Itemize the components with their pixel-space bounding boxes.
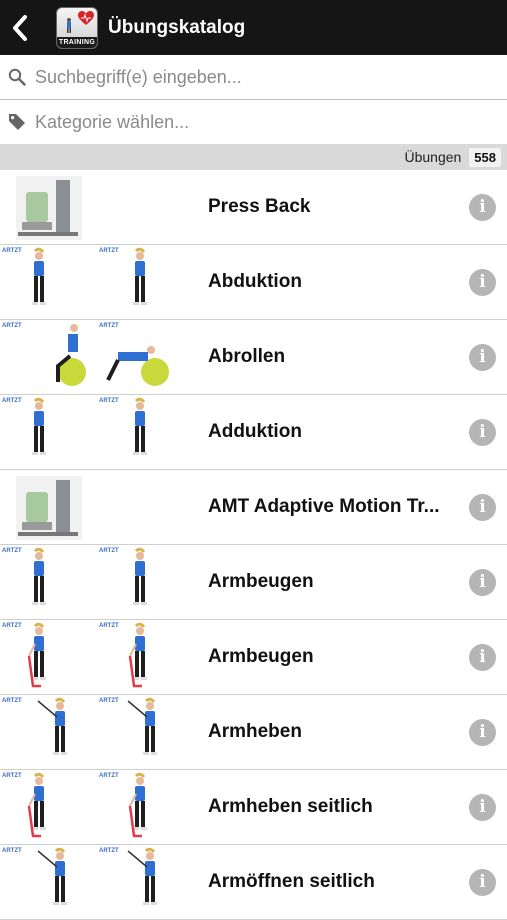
exercise-row[interactable]: AMT Adaptive Motion Tr... i (0, 470, 507, 545)
figure-icon (67, 17, 71, 33)
svg-text:ARTZT: ARTZT (2, 323, 22, 329)
exercise-row[interactable]: ARTZT ARTZT Armbeugen i (0, 620, 507, 695)
exercise-row[interactable]: ARTZT ARTZT Armheben i (0, 695, 507, 770)
exercise-thumbnail: ARTZT ARTZT (2, 323, 169, 386)
count-label: Übungen (404, 149, 462, 165)
search-icon (8, 68, 26, 86)
exercise-thumbnail: ARTZT ARTZT (2, 697, 157, 755)
svg-text:ARTZT: ARTZT (99, 398, 119, 404)
info-icon[interactable]: i (469, 344, 496, 371)
exercise-name: Armbeugen (208, 646, 314, 667)
app-icon: TRAINING (56, 6, 98, 49)
info-icon[interactable]: i (469, 869, 496, 896)
svg-text:ARTZT: ARTZT (99, 773, 119, 779)
info-icon[interactable]: i (469, 644, 496, 671)
back-button[interactable] (0, 0, 40, 55)
exercise-name: Abrollen (208, 346, 286, 367)
svg-text:ARTZT: ARTZT (99, 548, 119, 554)
svg-text:ARTZT: ARTZT (99, 698, 119, 704)
exercise-thumbnail: ARTZT ARTZT (2, 772, 147, 838)
exercise-thumbnail: ARTZT ARTZT (2, 247, 147, 305)
exercise-name: Abduktion (208, 271, 302, 292)
svg-text:ARTZT: ARTZT (2, 398, 22, 404)
svg-text:ARTZT: ARTZT (99, 848, 119, 854)
info-icon[interactable]: i (469, 794, 496, 821)
exercise-name: Armheben seitlich (208, 796, 373, 817)
exercise-row[interactable]: ARTZT ARTZT Abduktion i (0, 245, 507, 320)
category-bar (0, 100, 507, 144)
svg-text:ARTZT: ARTZT (2, 773, 22, 779)
svg-text:ARTZT: ARTZT (99, 323, 119, 329)
exercise-list: Press Back i ARTZT ARTZT Abduktion i ARTZT A… (0, 170, 507, 920)
chevron-left-icon (13, 14, 27, 41)
info-icon[interactable]: i (469, 194, 496, 221)
exercise-name: Press Back (208, 196, 311, 217)
search-bar (0, 55, 507, 100)
exercise-row[interactable]: ARTZT ARTZT Armheben seitlich i (0, 770, 507, 845)
exercise-name: Adduktion (208, 421, 302, 442)
count-badge: 558 (469, 147, 501, 167)
exercise-name: Armöffnen seitlich (208, 871, 375, 892)
info-icon[interactable]: i (469, 569, 496, 596)
app-icon-label: TRAINING (57, 36, 97, 48)
exercise-row[interactable]: ARTZT ARTZT Abrollen i (0, 320, 507, 395)
exercise-thumbnail (16, 476, 82, 540)
exercise-row[interactable]: ARTZT ARTZT Adduktion i (0, 395, 507, 470)
heart-icon (78, 10, 94, 25)
exercise-thumbnail: ARTZT ARTZT (2, 397, 147, 455)
exercise-row[interactable]: ARTZT ARTZT Armbeugen i (0, 545, 507, 620)
svg-text:ARTZT: ARTZT (99, 623, 119, 629)
exercise-name: Armbeugen (208, 571, 314, 592)
svg-text:ARTZT: ARTZT (99, 248, 119, 254)
info-icon[interactable]: i (469, 719, 496, 746)
exercise-thumbnail: ARTZT ARTZT (2, 847, 157, 905)
exercise-row[interactable]: ARTZT ARTZT Armöffnen seitlich i (0, 845, 507, 920)
page-title: Übungskatalog (108, 16, 246, 38)
exercise-thumbnail: ARTZT ARTZT (2, 622, 147, 688)
svg-text:ARTZT: ARTZT (2, 623, 22, 629)
exercise-thumbnail: ARTZT ARTZT (2, 547, 147, 605)
exercise-count-bar: Übungen 558 (0, 144, 507, 170)
svg-text:ARTZT: ARTZT (2, 548, 22, 554)
tag-icon (9, 114, 25, 130)
category-select[interactable] (35, 111, 475, 133)
header-bar: TRAINING Übungskatalog (0, 0, 507, 55)
svg-text:ARTZT: ARTZT (2, 248, 22, 254)
info-icon[interactable]: i (469, 419, 496, 446)
exercise-thumbnail (16, 176, 82, 240)
info-icon[interactable]: i (469, 494, 496, 521)
search-input[interactable] (35, 66, 475, 88)
exercise-name: AMT Adaptive Motion Tr... (208, 496, 440, 517)
svg-text:ARTZT: ARTZT (2, 848, 22, 854)
exercise-row[interactable]: Press Back i (0, 170, 507, 245)
svg-text:ARTZT: ARTZT (2, 698, 22, 704)
info-icon[interactable]: i (469, 269, 496, 296)
exercise-name: Armheben (208, 721, 302, 742)
